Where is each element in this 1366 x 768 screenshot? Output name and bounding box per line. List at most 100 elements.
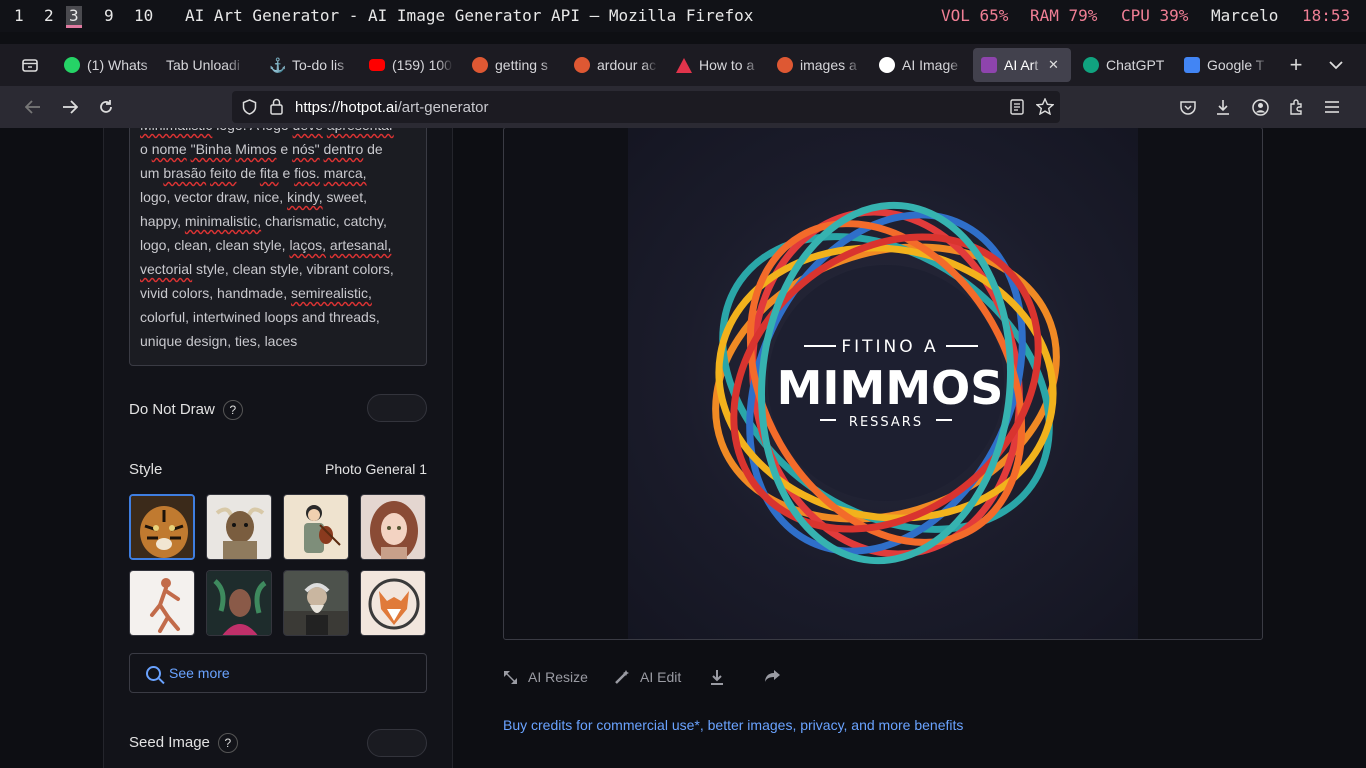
google-translate-icon [1184, 57, 1200, 73]
style-thumb-tiger[interactable] [129, 494, 195, 560]
workspace-10[interactable]: 10 [134, 6, 153, 25]
new-tab-button[interactable]: + [1285, 52, 1307, 77]
download-button[interactable] [709, 669, 735, 686]
logo-bottom-text: RESSARS [849, 415, 923, 430]
search-icon [146, 665, 161, 681]
logo-main-text: MIMMOS [777, 361, 1004, 415]
tab-ai-image[interactable]: AI Image [879, 48, 963, 82]
tab-whatsapp[interactable]: (1) Whats [64, 48, 160, 82]
style-thumb-anime-girl[interactable] [360, 494, 426, 560]
reload-button[interactable] [95, 96, 117, 118]
page-content: Minimalistic logo. A logo deve apresenta… [0, 128, 1366, 768]
workspace-9[interactable]: 9 [104, 6, 114, 25]
menu-hamburger-icon[interactable] [1321, 96, 1343, 118]
share-button[interactable] [764, 669, 791, 683]
tab-chatgpt[interactable]: ChatGPT [1083, 48, 1173, 82]
style-thumb-old-man-painting[interactable] [283, 570, 349, 636]
style-thumb-fox-logo[interactable] [360, 570, 426, 636]
seed-image-toggle[interactable] [367, 729, 427, 757]
window-title: AI Art Generator - AI Image Generator AP… [185, 6, 754, 25]
whatsapp-icon [64, 57, 80, 73]
duckduckgo-icon [472, 57, 488, 73]
style-thumb-violinist[interactable] [283, 494, 349, 560]
browser-tab-strip: (1) Whats Tab Unloadi ⚓ To-do lis (159) 1… [0, 44, 1366, 86]
ai-edit-button[interactable]: AI Edit [614, 669, 681, 685]
tab-overview-icon[interactable] [19, 54, 41, 76]
style-thumb-cyber-woman[interactable] [206, 570, 272, 636]
bookmark-star-icon[interactable] [1035, 97, 1055, 120]
anchor-icon: ⚓ [269, 57, 287, 73]
logo-top-text: FITINO A [841, 337, 938, 357]
do-not-draw-toggle[interactable] [367, 394, 427, 422]
generated-image[interactable]: FITINO A MIMMOS RESSARS [628, 128, 1138, 639]
system-status-bar: 1 2 3 9 10 AI Art Generator - AI Image G… [0, 0, 1366, 32]
tab-youtube[interactable]: (159) 100 [369, 48, 453, 82]
see-more-label: See more [169, 665, 230, 681]
ai-resize-button[interactable]: AI Resize [503, 669, 588, 685]
list-tabs-chevron-icon[interactable] [1325, 54, 1347, 76]
workspace-2[interactable]: 2 [44, 6, 54, 25]
close-tab-icon[interactable]: ✕ [1048, 57, 1059, 73]
pocket-icon[interactable] [1177, 96, 1199, 118]
style-thumb-bull-robot[interactable] [206, 494, 272, 560]
prompt-line-top: Minimalistic logo. A logo deve apresenta… [140, 128, 416, 137]
style-value: Photo General 1 [325, 461, 427, 477]
prompt-line: o nome "Binha Mimos e nós" dentro de [140, 141, 383, 157]
forward-button[interactable] [59, 96, 81, 118]
style-label: Style [129, 461, 163, 478]
shield-icon[interactable] [242, 99, 257, 120]
share-arrow-icon [765, 670, 780, 682]
ai-resize-label: AI Resize [528, 669, 588, 685]
reader-view-icon[interactable] [1010, 99, 1024, 120]
tab-google-translate[interactable]: Google T [1184, 48, 1268, 82]
tab-howto[interactable]: How to a [676, 48, 760, 82]
back-button[interactable] [22, 96, 44, 118]
url-bar[interactable]: https://hotpot.ai/art-generator [232, 91, 1060, 123]
circle-logo-icon [879, 57, 895, 73]
tab-getting[interactable]: getting s [472, 48, 556, 82]
ram-status: RAM 79% [1030, 6, 1098, 25]
download-icon [711, 670, 723, 685]
prompt-line: happy, minimalistic, charismatic, catchy… [140, 213, 387, 229]
result-image-frame: FITINO A MIMMOS RESSARS [503, 128, 1263, 640]
prompt-line: logo, vector draw, nice, kindy, sweet, [140, 189, 367, 205]
prompt-textarea[interactable]: Minimalistic logo. A logo deve apresenta… [129, 128, 427, 366]
seed-image-row: Seed Image? [129, 733, 238, 753]
prompt-line: logo, clean, clean style, laços, artesan… [140, 237, 392, 253]
resize-icon [504, 670, 517, 684]
prompt-line: unique design, ties, laces [140, 333, 298, 349]
style-thumb-dancer-figure[interactable] [129, 570, 195, 636]
cpu-status: CPU 39% [1121, 6, 1189, 25]
navigation-toolbar: https://hotpot.ai/art-generator [0, 86, 1366, 128]
downloads-icon[interactable] [1212, 96, 1234, 118]
help-icon[interactable]: ? [217, 733, 238, 753]
tab-todo[interactable]: ⚓ To-do lis [269, 48, 351, 82]
volume-status: VOL 65% [941, 6, 1009, 25]
workspace-3-active[interactable]: 3 [66, 6, 82, 28]
magic-wand-icon [615, 670, 629, 684]
tab-unloader[interactable]: Tab Unloadi [166, 48, 246, 82]
url-text[interactable]: https://hotpot.ai/art-generator [295, 99, 488, 116]
prompt-line: colorful, intertwined loops and threads, [140, 309, 380, 325]
tab-images[interactable]: images a [777, 48, 861, 82]
lock-icon[interactable] [270, 98, 283, 120]
hotpot-icon [981, 57, 997, 73]
see-more-button[interactable]: See more [129, 653, 427, 693]
seed-image-label: Seed Image [129, 733, 210, 751]
extensions-icon[interactable] [1285, 96, 1307, 118]
help-icon[interactable]: ? [222, 400, 243, 420]
tab-ardour[interactable]: ardour ac [574, 48, 658, 82]
buy-credits-link[interactable]: Buy credits for commercial use*, better … [503, 717, 963, 733]
prompt-line: vectorial style, clean style, vibrant co… [140, 261, 394, 277]
clock: 18:53 [1302, 6, 1351, 25]
workspace-1[interactable]: 1 [14, 6, 24, 25]
chatgpt-icon [1083, 57, 1099, 73]
duckduckgo-icon [777, 57, 793, 73]
prompt-line: um brasão feito de fita e fios. marca, [140, 165, 367, 181]
do-not-draw-label: Do Not Draw [129, 400, 215, 418]
options-panel: Minimalistic logo. A logo deve apresenta… [103, 128, 453, 768]
tab-ai-art-active[interactable]: AI Art G✕ [973, 48, 1071, 82]
do-not-draw-row: Do Not Draw? [129, 400, 243, 420]
youtube-icon [369, 59, 385, 71]
account-icon[interactable] [1249, 96, 1271, 118]
